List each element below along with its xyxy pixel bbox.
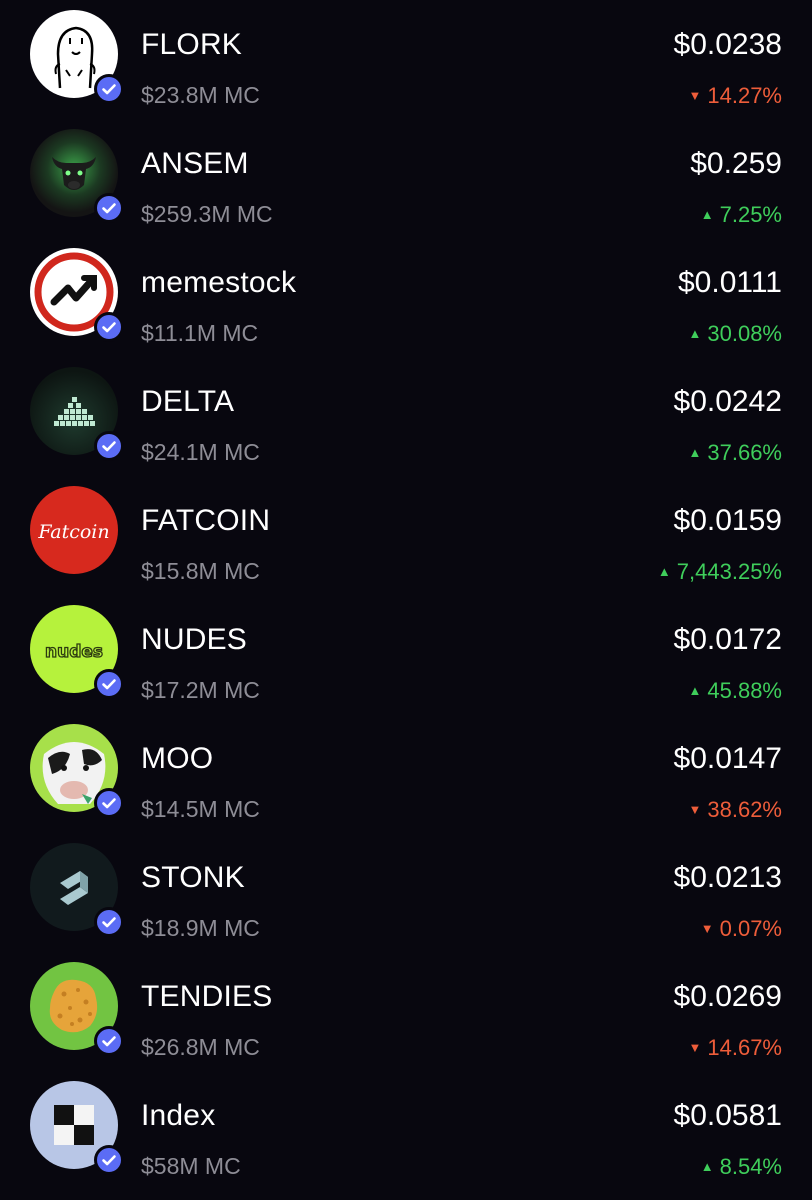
market-cap: $18.9M MC — [141, 915, 260, 941]
token-row-memestock[interactable]: memestock $11.1M MC $0.0111 ▲ 30.08% — [0, 238, 812, 357]
token-price: $0.0269 — [673, 980, 782, 1013]
price-change: ▲ 7.25% — [701, 202, 782, 228]
price-change-value: 7.25% — [719, 202, 782, 227]
price-change: ▲ 30.08% — [689, 321, 783, 347]
token-name: Index — [141, 1099, 216, 1132]
price-change-value: 14.67% — [707, 1035, 782, 1060]
verified-badge-icon — [94, 907, 124, 937]
token-price: $0.0238 — [673, 28, 782, 61]
up-arrow-icon: ▲ — [700, 207, 714, 222]
market-cap: $23.8M MC — [141, 82, 260, 108]
token-name: memestock — [141, 266, 297, 299]
token-row-delta[interactable]: DELTA $24.1M MC $0.0242 ▲ 37.66% — [0, 357, 812, 476]
token-name: NUDES — [141, 623, 248, 656]
token-row-fatcoin[interactable]: Fatcoin FATCOIN $15.8M MC $0.0159 ▲ 7,443… — [0, 476, 812, 595]
token-list: FLORK $23.8M MC $0.0238 ▼ 14.27% ANSEM $2… — [0, 0, 812, 1200]
token-name: MOO — [141, 742, 214, 775]
market-cap: $15.8M MC — [141, 558, 260, 584]
token-row-stonk[interactable]: STONK $18.9M MC $0.0213 ▼ 0.07% — [0, 833, 812, 952]
price-change: ▲ 7,443.25% — [658, 559, 782, 585]
fatcoin-logo-text: Fatcoin — [37, 521, 109, 543]
price-change-value: 7,443.25% — [676, 559, 782, 584]
verified-badge-icon — [94, 193, 124, 223]
token-name: FLORK — [141, 28, 243, 61]
token-price: $0.0111 — [678, 266, 782, 299]
up-arrow-icon: ▲ — [657, 564, 671, 579]
token-price: $0.0172 — [673, 623, 782, 656]
market-cap: $14.5M MC — [141, 796, 260, 822]
token-name: STONK — [141, 861, 245, 894]
price-change: ▼ 14.67% — [689, 1035, 783, 1061]
price-change: ▲ 8.54% — [701, 1154, 782, 1180]
verified-badge-icon — [94, 312, 124, 342]
up-arrow-icon: ▲ — [700, 1159, 714, 1174]
market-cap: $24.1M MC — [141, 439, 260, 465]
down-arrow-icon: ▼ — [688, 1040, 702, 1055]
price-change: ▲ 37.66% — [689, 440, 783, 466]
verified-badge-icon — [94, 669, 124, 699]
token-row-index[interactable]: Index $58M MC $0.0581 ▲ 8.54% — [0, 1071, 812, 1190]
nudes-logo-text: nudes — [45, 642, 103, 662]
down-arrow-icon: ▼ — [688, 88, 702, 103]
up-arrow-icon: ▲ — [688, 445, 702, 460]
market-cap: $58M MC — [141, 1153, 241, 1179]
price-change-value: 30.08% — [707, 321, 782, 346]
market-cap: $17.2M MC — [141, 677, 260, 703]
token-price: $0.259 — [690, 147, 782, 180]
token-name: TENDIES — [141, 980, 273, 1013]
price-change-value: 45.88% — [707, 678, 782, 703]
price-change: ▼ 38.62% — [689, 797, 783, 823]
up-arrow-icon: ▲ — [688, 683, 702, 698]
market-cap: $259.3M MC — [141, 201, 273, 227]
token-price: $0.0242 — [673, 385, 782, 418]
price-change: ▼ 0.07% — [701, 916, 782, 942]
verified-badge-icon — [94, 1026, 124, 1056]
verified-badge-icon — [94, 1145, 124, 1175]
token-row-nudes[interactable]: nudes NUDES $17.2M MC $0.0172 ▲ 45.88% — [0, 595, 812, 714]
token-name: ANSEM — [141, 147, 249, 180]
down-arrow-icon: ▼ — [700, 921, 714, 936]
price-change-value: 14.27% — [707, 83, 782, 108]
market-cap: $26.8M MC — [141, 1034, 260, 1060]
down-arrow-icon: ▼ — [688, 802, 702, 817]
market-cap: $11.1M MC — [141, 320, 259, 346]
token-row-tendies[interactable]: TENDIES $26.8M MC $0.0269 ▼ 14.67% — [0, 952, 812, 1071]
price-change-value: 38.62% — [707, 797, 782, 822]
price-change: ▼ 14.27% — [689, 83, 783, 109]
price-change-value: 0.07% — [719, 916, 782, 941]
token-price: $0.0581 — [673, 1099, 782, 1132]
token-price: $0.0213 — [673, 861, 782, 894]
price-change: ▲ 45.88% — [689, 678, 783, 704]
token-price: $0.0147 — [673, 742, 782, 775]
up-arrow-icon: ▲ — [688, 326, 702, 341]
price-change-value: 37.66% — [707, 440, 782, 465]
verified-badge-icon — [94, 431, 124, 461]
token-price: $0.0159 — [673, 504, 782, 537]
token-name: DELTA — [141, 385, 235, 418]
token-name: FATCOIN — [141, 504, 271, 537]
verified-badge-icon — [94, 788, 124, 818]
verified-badge-icon — [94, 74, 124, 104]
token-row-moo[interactable]: MOO $14.5M MC $0.0147 ▼ 38.62% — [0, 714, 812, 833]
fatcoin-logo-icon: Fatcoin — [30, 486, 118, 574]
token-row-flork[interactable]: FLORK $23.8M MC $0.0238 ▼ 14.27% — [0, 0, 812, 119]
price-change-value: 8.54% — [719, 1154, 782, 1179]
token-row-ansem[interactable]: ANSEM $259.3M MC $0.259 ▲ 7.25% — [0, 119, 812, 238]
